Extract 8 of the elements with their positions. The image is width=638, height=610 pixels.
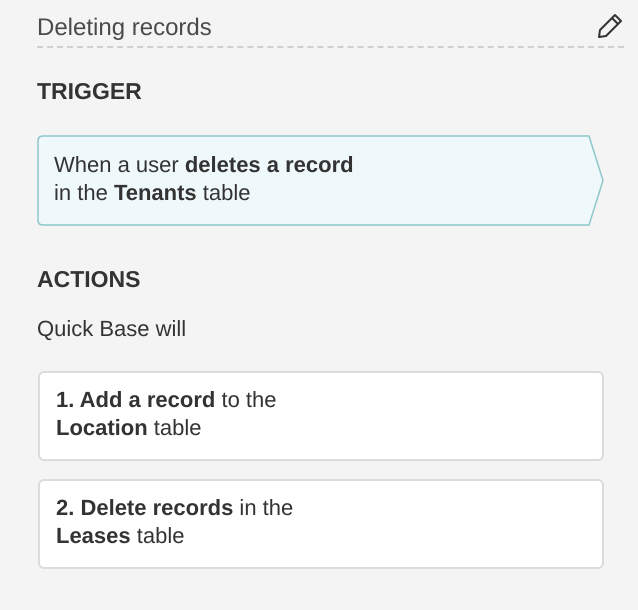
- section-heading: TRIGGER: [37, 77, 143, 106]
- trigger-text: When a user deletes a record in the Tenants table: [54, 150, 354, 206]
- rule-title[interactable]: Deleting records: [37, 12, 624, 48]
- pencil-icon[interactable]: [596, 12, 624, 40]
- action-card[interactable]: 1. Add a record to the Location table: [38, 371, 604, 461]
- action-card[interactable]: 2. Delete records in the Leases table: [38, 479, 604, 569]
- section-heading: ACTIONS: [37, 264, 142, 294]
- intro-text: Quick Base will: [37, 315, 188, 343]
